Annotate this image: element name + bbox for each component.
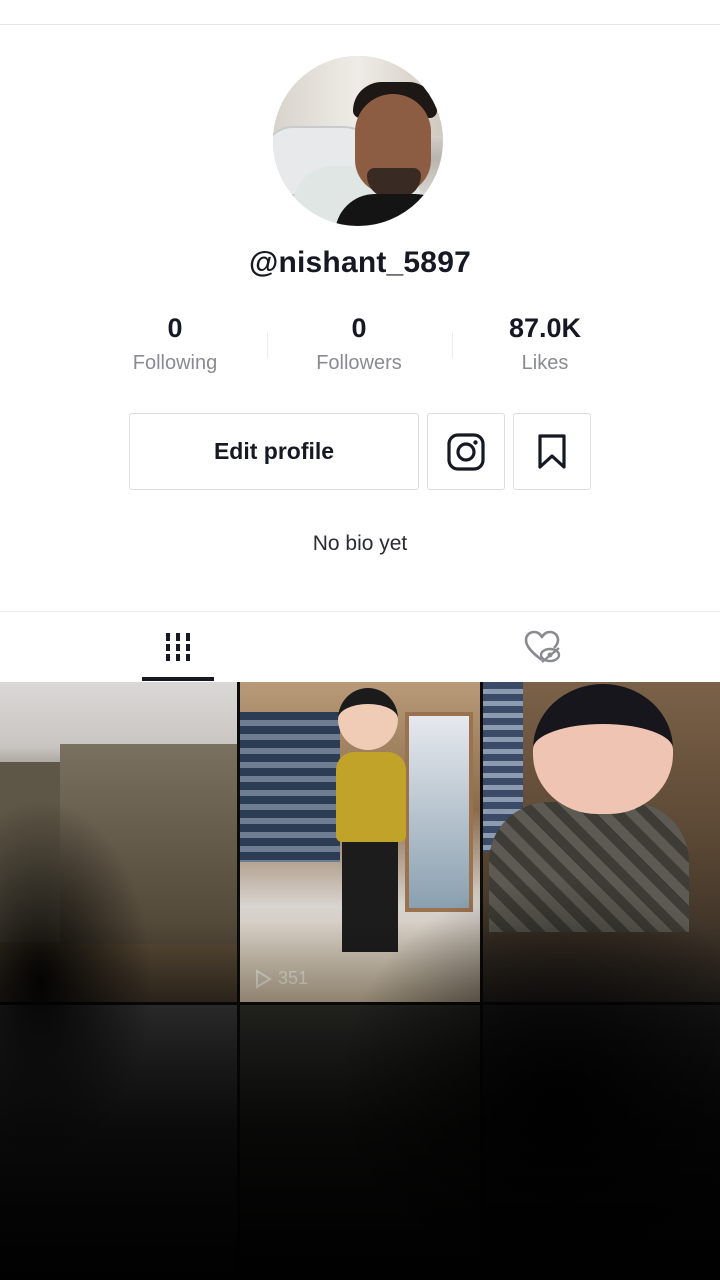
grid-icon	[164, 633, 192, 661]
hidden-heart-icon	[524, 630, 561, 663]
followers-count: 0	[351, 313, 367, 343]
thumbnail-figure-legs	[342, 832, 398, 952]
bio-text: No bio yet	[312, 532, 408, 555]
top-divider	[0, 24, 720, 25]
instagram-button[interactable]	[427, 413, 505, 490]
video-grid: 351	[0, 682, 720, 1280]
view-count-text: 351	[278, 968, 309, 988]
edit-profile-label: Edit profile	[213, 438, 335, 464]
bookmark-icon	[538, 433, 566, 469]
video-thumbnail[interactable]: 351	[240, 682, 480, 1002]
thumbnail-figure-head	[338, 688, 398, 750]
active-tab-indicator	[142, 677, 214, 681]
username: @nishant_5897	[249, 246, 471, 279]
stat-likes[interactable]: 87.0K Likes	[465, 312, 625, 376]
tab-videos[interactable]	[0, 612, 356, 682]
instagram-icon	[447, 432, 485, 471]
stat-divider	[267, 332, 268, 358]
stat-following[interactable]: 0 Following	[95, 312, 255, 376]
thumbnail-shelf	[240, 712, 340, 862]
bookmark-button[interactable]	[513, 413, 591, 490]
thumbnail-building	[60, 744, 237, 944]
edit-profile-button[interactable]: Edit profile	[129, 413, 419, 490]
video-thumbnail[interactable]	[483, 1005, 720, 1280]
avatar[interactable]	[273, 56, 443, 226]
video-thumbnail[interactable]	[0, 682, 237, 1002]
tab-liked[interactable]	[364, 612, 720, 682]
thumbnail-figure-head	[533, 684, 673, 814]
video-thumbnail[interactable]	[0, 1005, 237, 1280]
video-thumbnail[interactable]	[483, 682, 720, 1002]
video-thumbnail[interactable]	[240, 1005, 480, 1280]
followers-label: Followers	[316, 352, 402, 374]
thumbnail-figure-body	[336, 752, 406, 842]
play-icon	[256, 968, 272, 989]
following-label: Following	[132, 352, 218, 374]
thumbnail-mirror	[405, 712, 473, 912]
following-count: 0	[167, 313, 183, 343]
stat-divider	[452, 332, 453, 358]
likes-label: Likes	[521, 352, 569, 374]
likes-count: 87.0K	[508, 313, 582, 343]
view-count: 351	[254, 968, 308, 989]
thumbnail-figure-body	[489, 802, 689, 932]
stat-followers[interactable]: 0 Followers	[279, 312, 439, 376]
